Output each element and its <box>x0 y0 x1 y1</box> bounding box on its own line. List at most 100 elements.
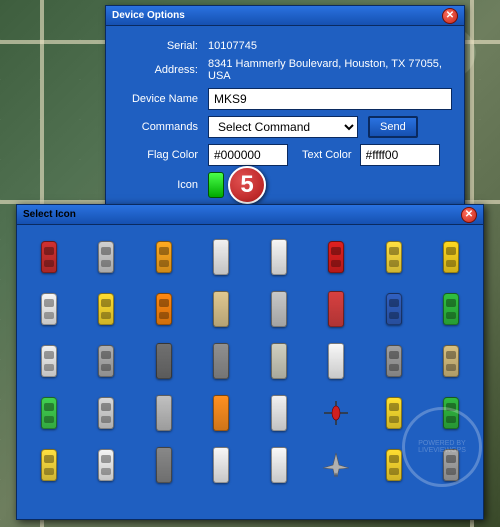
truck-red-1[interactable] <box>325 289 347 329</box>
icon-label: Icon <box>118 179 208 191</box>
commands-select[interactable]: Select Command <box>208 116 358 138</box>
car-blue-1[interactable] <box>383 289 405 329</box>
device-name-input[interactable] <box>208 88 452 110</box>
car-icon <box>156 241 172 273</box>
car-icon <box>156 293 172 325</box>
truck-icon <box>271 395 287 431</box>
boat-white-1[interactable] <box>268 445 290 485</box>
car-icon <box>443 397 459 429</box>
car-yellow-4[interactable] <box>383 393 405 433</box>
car-white-1[interactable] <box>38 289 60 329</box>
car-icon <box>98 241 114 273</box>
car-green-3[interactable] <box>440 393 462 433</box>
truck-icon <box>156 395 172 431</box>
flag-color-label: Flag Color <box>118 149 208 161</box>
car-icon <box>41 449 57 481</box>
car-orange-1[interactable] <box>153 237 175 277</box>
car-icon <box>386 293 402 325</box>
jet-icon <box>322 450 350 480</box>
device-options-titlebar[interactable]: Device Options ✕ <box>106 6 464 26</box>
car-icon <box>386 449 402 481</box>
truck-white-1[interactable] <box>210 237 232 277</box>
truck-grey-2[interactable] <box>210 341 232 381</box>
truck-white-2[interactable] <box>268 237 290 277</box>
car-icon <box>386 345 402 377</box>
car-icon <box>386 397 402 429</box>
car-yellow-1[interactable] <box>383 237 405 277</box>
truck-icon <box>328 291 344 327</box>
truck-tan-1[interactable] <box>210 289 232 329</box>
car-icon <box>443 449 459 481</box>
device-name-label: Device Name <box>118 93 208 105</box>
car-icon <box>98 293 114 325</box>
car-icon <box>41 293 57 325</box>
send-button[interactable]: Send <box>368 116 418 138</box>
truck-icon <box>271 343 287 379</box>
boat-tan-1[interactable] <box>440 341 462 381</box>
truck-white-5[interactable] <box>210 445 232 485</box>
car-silver-1[interactable] <box>95 237 117 277</box>
car-icon <box>386 241 402 273</box>
map-background[interactable]: Device Options ✕ Serial: 10107745 Addres… <box>0 0 500 527</box>
car-green-2[interactable] <box>38 393 60 433</box>
select-icon-panel: Select Icon ✕ <box>16 204 484 520</box>
car-icon <box>41 345 57 377</box>
truck-white-3[interactable] <box>325 341 347 381</box>
car-grey-1[interactable] <box>95 341 117 381</box>
car-red-1[interactable] <box>38 237 60 277</box>
car-yellow-6[interactable] <box>383 445 405 485</box>
car-white-2[interactable] <box>38 341 60 381</box>
truck-icon <box>271 239 287 275</box>
truck-tanker-1[interactable] <box>268 341 290 381</box>
select-icon-titlebar[interactable]: Select Icon ✕ <box>17 205 483 225</box>
current-icon[interactable] <box>208 172 224 198</box>
truck-white-4[interactable] <box>268 393 290 433</box>
car-icon <box>98 397 114 429</box>
car-silver-2[interactable] <box>95 393 117 433</box>
car-icon <box>41 241 57 273</box>
device-options-title: Device Options <box>112 6 185 26</box>
truck-orange-1[interactable] <box>210 393 232 433</box>
truck-icon <box>271 447 287 483</box>
car-yellow-3[interactable] <box>95 289 117 329</box>
car-yellow-2[interactable] <box>440 237 462 277</box>
car-icon <box>443 345 459 377</box>
text-color-label: Text Color <box>302 149 352 161</box>
car-green-1[interactable] <box>440 289 462 329</box>
address-label: Address: <box>118 64 208 76</box>
icon-scroll-area[interactable] <box>17 225 483 519</box>
car-grey-2[interactable] <box>440 445 462 485</box>
text-color-input[interactable] <box>360 144 440 166</box>
car-icon <box>98 449 114 481</box>
truck-icon <box>213 447 229 483</box>
close-icon[interactable]: ✕ <box>442 8 458 24</box>
boat-grey-1[interactable] <box>383 341 405 381</box>
truck-grey-3[interactable] <box>153 445 175 485</box>
truck-icon <box>271 291 287 327</box>
car-white-3[interactable] <box>95 445 117 485</box>
close-icon[interactable]: ✕ <box>461 207 477 223</box>
truck-icon <box>156 447 172 483</box>
truck-silver-1[interactable] <box>268 289 290 329</box>
car-orange-2[interactable] <box>153 289 175 329</box>
truck-icon <box>156 343 172 379</box>
callout-badge: 5 <box>228 166 266 204</box>
select-icon-title: Select Icon <box>23 205 76 225</box>
truck-dark-1[interactable] <box>153 341 175 381</box>
car-icon <box>443 293 459 325</box>
truck-icon <box>328 343 344 379</box>
truck-silver-2[interactable] <box>153 393 175 433</box>
commands-label: Commands <box>118 121 208 133</box>
truck-icon <box>213 239 229 275</box>
truck-icon <box>213 395 229 431</box>
truck-icon <box>213 291 229 327</box>
truck-icon <box>213 343 229 379</box>
car-icon <box>328 241 344 273</box>
car-yellow-5[interactable] <box>38 445 60 485</box>
car-red-2[interactable] <box>325 237 347 277</box>
heli-red-1[interactable] <box>325 393 347 433</box>
jet-grey-1[interactable] <box>325 445 347 485</box>
car-icon <box>98 345 114 377</box>
flag-color-input[interactable] <box>208 144 288 166</box>
address-value: 8341 Hammerly Boulevard, Houston, TX 770… <box>208 58 452 82</box>
